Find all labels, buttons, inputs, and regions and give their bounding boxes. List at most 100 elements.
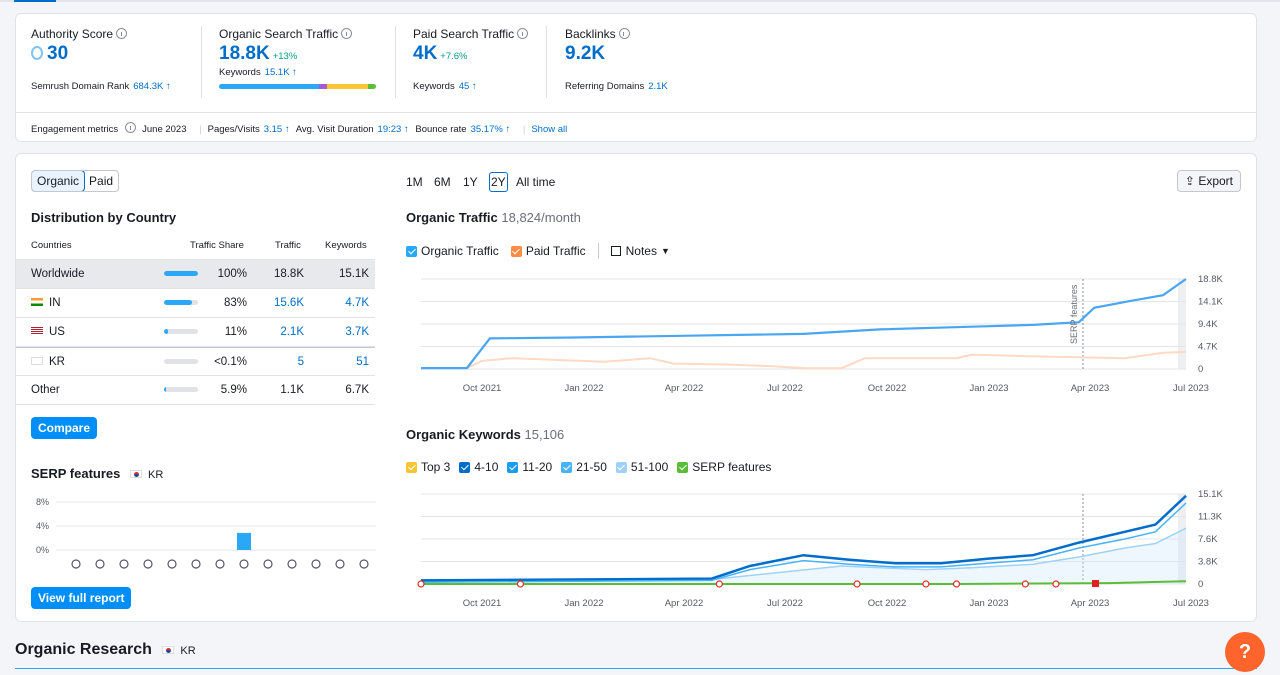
export-button[interactable]: ⇪ Export: [1176, 170, 1241, 192]
range-6m[interactable]: 6M: [434, 175, 451, 189]
traffic-value[interactable]: 5: [298, 356, 304, 368]
paid-traffic-legend-label[interactable]: Paid Traffic: [526, 244, 586, 258]
paid-toggle-button[interactable]: Paid: [84, 171, 118, 191]
organic-paid-toggle: Organic Paid: [31, 170, 120, 192]
paid-traffic-change: +7.6%: [440, 51, 468, 62]
paid-keywords-value[interactable]: 45 ↑: [459, 81, 477, 92]
traffic-share: 100%: [217, 268, 247, 280]
legend-checkbox[interactable]: [507, 461, 519, 473]
show-all-link[interactable]: Show all: [531, 124, 567, 135]
x-tick-label: Apr 2022: [665, 598, 704, 609]
col-keywords[interactable]: Keywords: [325, 240, 367, 251]
serp-feature-icon: [167, 559, 177, 569]
x-tick-label: Oct 2021: [463, 598, 502, 609]
country-label: IN: [49, 297, 61, 309]
notes-icon[interactable]: [610, 246, 621, 256]
table-row[interactable]: KR <0.1% 5 51: [16, 347, 375, 376]
organic-traffic-checkbox[interactable]: [406, 245, 417, 257]
range-2y[interactable]: 2Y: [489, 172, 508, 192]
country-label: KR: [49, 356, 65, 368]
organic-traffic-change: +13%: [272, 51, 298, 62]
organic-toggle-button[interactable]: Organic: [32, 171, 86, 191]
traffic-title-value: 18,824/month: [501, 210, 581, 225]
y-tick-label: 11.3K: [1198, 512, 1223, 523]
x-tick-label: Jan 2023: [969, 598, 1008, 609]
us-flag-icon: [31, 327, 43, 335]
keywords-value[interactable]: 51: [356, 356, 369, 368]
serp-feature-icon: [311, 559, 321, 569]
traffic-share-bar: [164, 387, 198, 392]
table-row[interactable]: IN 83% 15.6K 4.7K: [16, 289, 375, 318]
keywords-value: 6.7K: [345, 384, 369, 396]
legend-checkbox[interactable]: [615, 461, 627, 473]
paid-traffic-value[interactable]: 4K: [413, 43, 437, 64]
legend-checkbox[interactable]: [406, 461, 417, 473]
range-1y[interactable]: 1Y: [463, 175, 478, 189]
legend-checkbox[interactable]: [561, 461, 573, 473]
x-tick-label: Jul 2023: [1173, 598, 1209, 609]
keyword-distribution-bar: [219, 84, 376, 89]
traffic-title-text: Organic Traffic: [406, 210, 498, 225]
bounce-rate-value: 35.17% ↑: [470, 124, 511, 135]
country-label: Other: [31, 384, 60, 396]
legend-label[interactable]: 21-50: [576, 460, 607, 474]
x-tick-label: Oct 2022: [868, 598, 907, 609]
pages-visits-value: 3.15 ↑: [263, 124, 290, 135]
paid-traffic-label: Paid Search Traffic: [413, 27, 515, 41]
help-button[interactable]: ?: [1225, 632, 1265, 672]
x-tick-label: Jan 2022: [564, 383, 603, 394]
info-icon[interactable]: [517, 28, 529, 39]
y-tick-label: 18.8K: [1198, 274, 1223, 285]
legend-label[interactable]: 11-20: [522, 460, 552, 474]
authority-label: Authority Score: [31, 27, 114, 41]
col-traffic-share[interactable]: Traffic Share: [190, 240, 244, 251]
table-row[interactable]: US 11% 2.1K 3.7K: [16, 318, 375, 347]
backlinks-value[interactable]: 9.2K: [565, 43, 605, 64]
traffic-value[interactable]: 15.6K: [274, 297, 304, 309]
organic-traffic-value[interactable]: 18.8K: [219, 43, 270, 64]
range-all-time[interactable]: All time: [516, 175, 555, 189]
serp-feature-icon: [191, 559, 201, 569]
keywords-value[interactable]: 3.7K: [345, 326, 369, 338]
keywords-value[interactable]: 4.7K: [345, 297, 369, 309]
info-icon[interactable]: [116, 28, 128, 39]
traffic-share-bar: [164, 329, 198, 334]
serp-features-chart: 8% 4% 0%: [36, 497, 376, 569]
organic-traffic-legend-label[interactable]: Organic Traffic: [421, 244, 499, 258]
serp-feature-icon: [287, 559, 297, 569]
note-flag-icon: [1092, 580, 1099, 587]
info-icon[interactable]: [618, 28, 630, 39]
serp-feature-icon: [335, 559, 345, 569]
range-1m[interactable]: 1M: [406, 175, 423, 189]
traffic-value[interactable]: 2.1K: [280, 326, 304, 338]
y-tick-label: 9.4K: [1198, 319, 1218, 330]
authority-score: Authority Score 30 Semrush Domain Rank 68…: [31, 27, 201, 92]
compare-button[interactable]: Compare: [31, 417, 98, 439]
col-traffic[interactable]: Traffic: [275, 240, 301, 251]
domain-rank-value[interactable]: 684.3K ↑: [133, 81, 171, 92]
legend-label[interactable]: 4-10: [474, 460, 498, 474]
distribution-title: Distribution by Country: [31, 210, 177, 225]
chevron-down-icon[interactable]: ▼: [661, 246, 670, 256]
info-icon[interactable]: [341, 28, 353, 39]
table-row[interactable]: Other 5.9% 1.1K 6.7K: [16, 376, 375, 405]
legend-checkbox[interactable]: [459, 461, 471, 473]
table-row[interactable]: Worldwide 100% 18.8K 15.1K: [16, 260, 375, 289]
paid-traffic-checkbox[interactable]: [510, 245, 522, 257]
x-tick-label: Jul 2023: [1173, 383, 1209, 394]
traffic-share: 83%: [223, 297, 247, 309]
legend-label[interactable]: 51-100: [631, 460, 668, 474]
engagement-date: June 2023: [142, 124, 187, 135]
legend-label[interactable]: Top 3: [421, 460, 450, 474]
organic-keywords-value[interactable]: 15.1K ↑: [265, 67, 297, 78]
info-icon[interactable]: [125, 122, 137, 133]
active-tab-indicator: [14, 0, 56, 2]
incomplete-period: [1178, 279, 1186, 369]
x-tick-label: Apr 2022: [665, 383, 704, 394]
legend-label[interactable]: SERP features: [692, 460, 771, 474]
traffic-share: <0.1%: [214, 356, 247, 368]
notes-dropdown[interactable]: Notes: [626, 244, 657, 258]
view-full-report-button[interactable]: View full report: [31, 587, 132, 609]
referring-domains-value[interactable]: 2.1K: [648, 81, 668, 92]
legend-checkbox[interactable]: [677, 461, 689, 473]
